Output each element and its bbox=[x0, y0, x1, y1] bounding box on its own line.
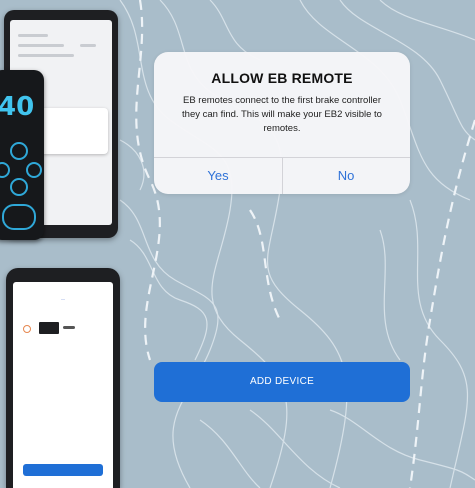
remote-pad-ring bbox=[2, 204, 36, 230]
mini-add-device-button bbox=[23, 464, 103, 476]
promo-phone-device-list: — bbox=[6, 268, 120, 488]
mini-status-icon bbox=[23, 325, 31, 333]
remote-button-ring bbox=[10, 178, 28, 196]
mini-device-thumbnail bbox=[39, 322, 59, 334]
mini-text-line bbox=[18, 54, 74, 57]
remote-button-ring bbox=[0, 162, 10, 178]
promo-phone-screen: — bbox=[13, 282, 113, 488]
remote-readout: 40 bbox=[0, 92, 35, 122]
eb-remote-device: 40 bbox=[0, 70, 44, 240]
allow-eb-remote-dialog: ALLOW EB REMOTE EB remotes connect to th… bbox=[154, 52, 410, 194]
no-button[interactable]: No bbox=[282, 158, 410, 194]
yes-button[interactable]: Yes bbox=[154, 158, 282, 194]
remote-button-ring bbox=[10, 142, 28, 160]
dialog-message: EB remotes connect to the first brake co… bbox=[182, 95, 382, 134]
mini-header: — bbox=[61, 296, 65, 301]
mini-dialog bbox=[40, 108, 108, 154]
remote-button-ring bbox=[26, 162, 42, 178]
mini-text-line bbox=[18, 34, 48, 37]
mini-text-line bbox=[80, 44, 96, 47]
mini-device-label bbox=[63, 326, 75, 329]
dialog-title: ALLOW EB REMOTE bbox=[211, 70, 353, 86]
add-device-button[interactable]: ADD DEVICE bbox=[154, 362, 410, 402]
mini-text-line bbox=[18, 44, 64, 47]
